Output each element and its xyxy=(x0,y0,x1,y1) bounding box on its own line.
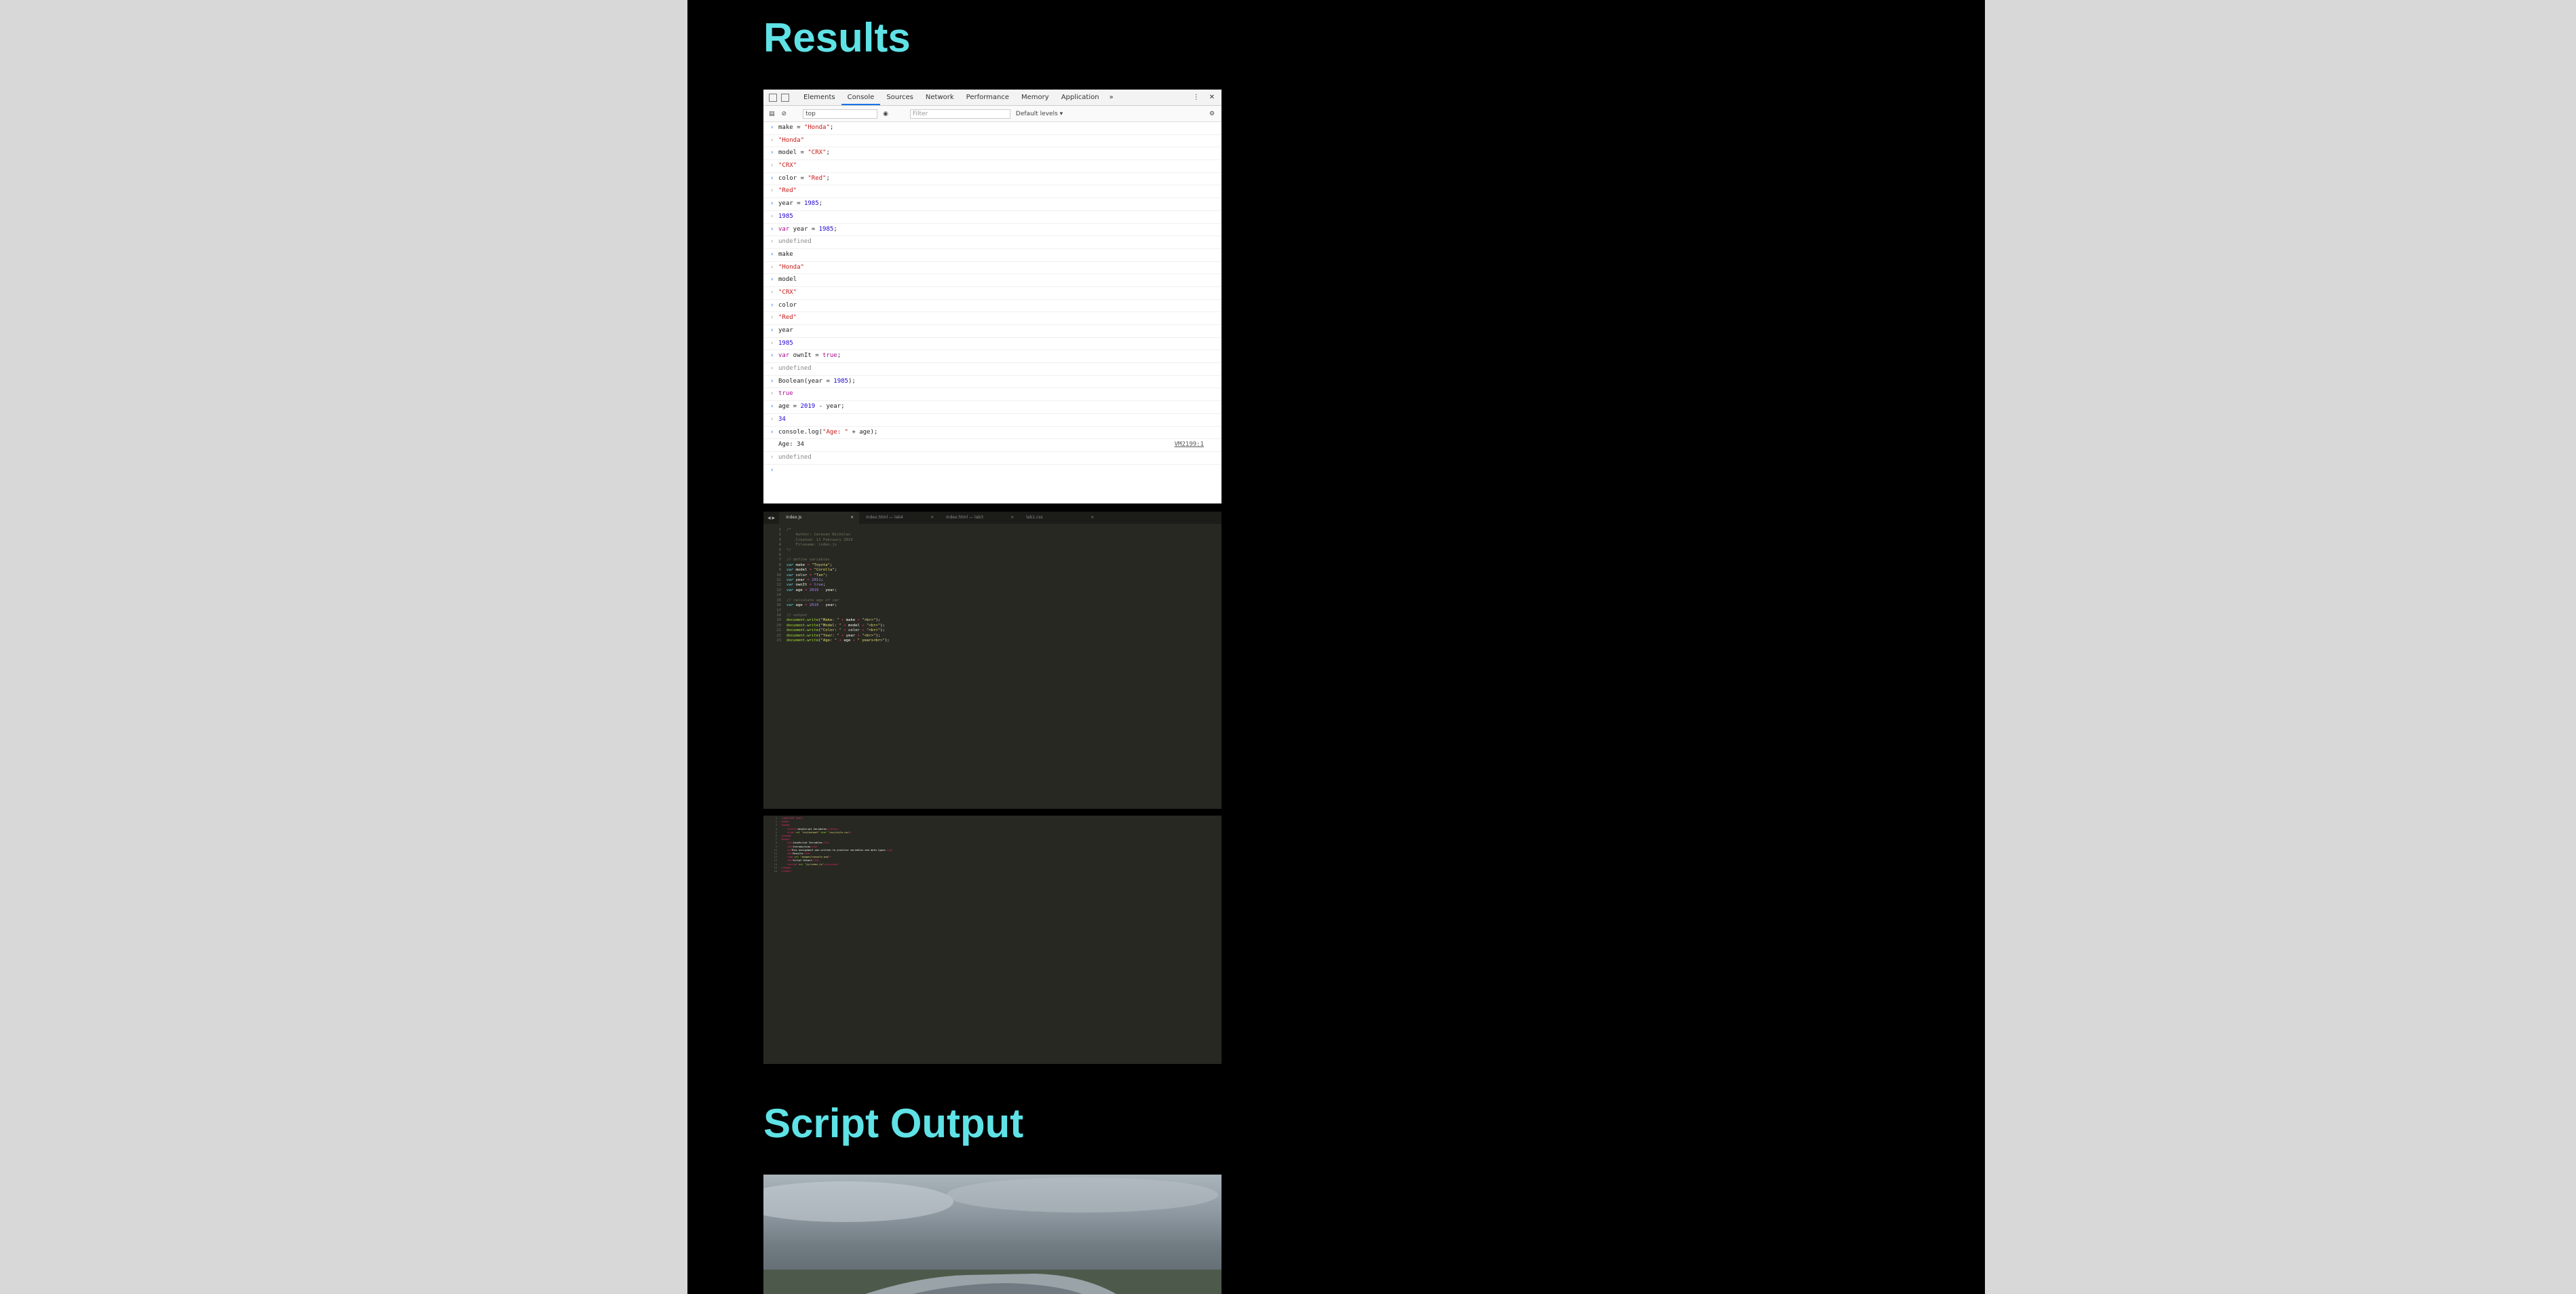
console-line: › color xyxy=(763,300,1221,313)
script-output-heading: Script Output xyxy=(763,1101,1024,1146)
log-levels-select[interactable]: Default levels ▾ xyxy=(1016,111,1063,117)
source-link[interactable]: VM2199:1 xyxy=(1175,439,1204,451)
eye-icon[interactable]: ◉ xyxy=(883,111,888,117)
more-tabs-button[interactable]: » xyxy=(1105,94,1118,101)
tab-application[interactable]: Application xyxy=(1055,90,1105,105)
console-toolbar: ▤ ⊘ top ◉ Filter Default levels ▾ ⚙ xyxy=(763,106,1221,122)
nav-arrows-icon[interactable]: ◀ ▶ xyxy=(763,516,779,520)
console-line: ‹ undefined xyxy=(763,236,1221,249)
devtools-console-screenshot: Elements Console Sources Network Perform… xyxy=(763,90,1221,503)
tab-elements[interactable]: Elements xyxy=(797,90,841,105)
console-line: › make = "Honda"; xyxy=(763,122,1221,135)
code-editor-js-screenshot: ◀ ▶ index.js × index.html — lab4 × index.h… xyxy=(763,512,1221,809)
context-select[interactable]: top xyxy=(803,109,878,119)
close-icon[interactable]: × xyxy=(1091,512,1094,524)
close-icon[interactable]: × xyxy=(850,512,854,524)
console-line: ‹ "Red" xyxy=(763,185,1221,199)
console-line: › age = 2019 - year; xyxy=(763,401,1221,414)
editor-tab[interactable]: lab1.css × xyxy=(1019,512,1099,524)
sidebar-toggle-icon[interactable]: ▤ xyxy=(769,111,775,117)
filter-input[interactable]: Filter xyxy=(909,109,1010,119)
console-line: › console.log("Age: " + age); xyxy=(763,427,1221,440)
console-line: › var ownIt = true; xyxy=(763,350,1221,364)
console-line: › year = 1985; xyxy=(763,198,1221,211)
console-line: › make xyxy=(763,249,1221,262)
gear-icon[interactable]: ⚙ xyxy=(1209,111,1215,117)
console-line: › var year = 1985; xyxy=(763,224,1221,237)
console-line: › Boolean(year = 1985); xyxy=(763,376,1221,389)
tab-console[interactable]: Console xyxy=(841,90,881,105)
console-line: › model xyxy=(763,274,1221,287)
tab-performance[interactable]: Performance xyxy=(960,90,1015,105)
console-line: › color = "Red"; xyxy=(763,173,1221,186)
console-line: ‹ undefined xyxy=(763,363,1221,376)
kebab-menu-icon[interactable]: ⋮ xyxy=(1193,94,1200,101)
device-toolbar-icon[interactable] xyxy=(781,93,789,102)
console-output: › make = "Honda"; ‹ "Honda" › model = "CRX"… xyxy=(763,122,1221,476)
editor-tab[interactable]: index.html — lab3 × xyxy=(939,512,1019,524)
editor-tab[interactable]: index.js × xyxy=(779,512,860,524)
console-line: ‹ 1985 xyxy=(763,338,1221,351)
console-line: ‹ true xyxy=(763,388,1221,402)
console-line: ‹ "Honda" xyxy=(763,135,1221,148)
console-line: › model = "CRX"; xyxy=(763,147,1221,161)
console-line: ‹ 1985 xyxy=(763,211,1221,224)
tab-memory[interactable]: Memory xyxy=(1015,90,1055,105)
close-icon[interactable]: ✕ xyxy=(1209,94,1215,101)
console-line: ‹ "CRX" xyxy=(763,160,1221,173)
code-view: 1 <!DOCTYPE html> 2 <html> 3 <head> 4 <titl… xyxy=(774,817,893,873)
devtools-tab-bar: Elements Console Sources Network Perform… xyxy=(763,90,1221,106)
results-heading: Results xyxy=(763,15,911,60)
tab-network[interactable]: Network xyxy=(920,90,960,105)
console-line: ‹ 34 xyxy=(763,414,1221,427)
inspect-icon[interactable] xyxy=(769,93,777,102)
console-line: Age: 34 VM2199:1 xyxy=(763,439,1221,452)
code-view: 1/* 2 Author: Caravan Nicholas 3 Created… xyxy=(776,528,890,643)
car-photo xyxy=(763,1175,1221,1294)
tab-sources[interactable]: Sources xyxy=(880,90,920,105)
console-prompt[interactable]: › xyxy=(763,465,1221,477)
editor-tab-bar: ◀ ▶ index.js × index.html — lab4 × index.h… xyxy=(763,512,1221,524)
console-line: ‹ "Red" xyxy=(763,312,1221,325)
close-icon[interactable]: × xyxy=(1010,512,1014,524)
console-line: ‹ undefined xyxy=(763,452,1221,465)
car-photo-image xyxy=(763,1177,1221,1294)
page: Results Elements Console Sources Network… xyxy=(687,0,1985,1294)
console-line: ‹ "Honda" xyxy=(763,262,1221,275)
console-line: › year xyxy=(763,325,1221,338)
close-icon[interactable]: × xyxy=(930,512,934,524)
console-line: ‹ "CRX" xyxy=(763,287,1221,300)
clear-console-icon[interactable]: ⊘ xyxy=(782,111,787,117)
editor-tab[interactable]: index.html — lab4 × xyxy=(859,512,939,524)
code-editor-html-screenshot: 1 <!DOCTYPE html> 2 <html> 3 <head> 4 <titl… xyxy=(763,816,1221,1064)
